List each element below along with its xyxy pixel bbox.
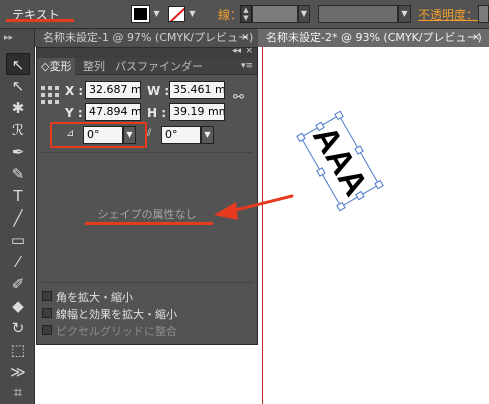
align-pixel-grid-checkbox	[42, 325, 52, 335]
checkbox-label: ピクセルグリッドに整合	[56, 325, 177, 338]
panel-menu-icon[interactable]: ▾≡	[241, 58, 253, 75]
no-shape-attributes-text: シェイプの属性なし	[97, 208, 197, 221]
shear-angle-input[interactable]: 0°	[161, 126, 201, 144]
resize-handle[interactable]	[296, 132, 306, 143]
resize-handle[interactable]	[374, 179, 384, 190]
h-input[interactable]: 39.19 mm	[169, 103, 225, 121]
checkbox-label: 線幅と効果を拡大・縮小	[56, 308, 177, 321]
y-input[interactable]: 47.894 mm	[85, 103, 141, 121]
tab-align[interactable]: 整列	[83, 58, 105, 75]
y-label: Y :	[65, 106, 83, 120]
shear-angle-icon: ⫽	[147, 128, 152, 139]
annotation-underline	[85, 222, 213, 225]
rotate-angle-dropdown[interactable]: ▼	[123, 126, 136, 144]
close-icon[interactable]: ×	[245, 46, 253, 56]
checkbox-label: 角を拡大・縮小	[56, 291, 133, 304]
divider	[41, 282, 253, 283]
w-label: W :	[147, 84, 170, 98]
collapse-icon[interactable]: ◂◂	[232, 46, 241, 56]
shear-angle-dropdown[interactable]: ▼	[201, 126, 214, 144]
scale-corners-checkbox[interactable]	[42, 291, 52, 301]
rotated-text-object[interactable]: AAA	[305, 120, 375, 203]
divider	[41, 152, 253, 153]
x-input[interactable]: 32.687 mm	[85, 81, 141, 99]
transform-panel: ◂◂ × ◇変形 整列 パスファインダー ▾≡ X : 32.687 mm W …	[36, 46, 258, 345]
rotate-angle-icon: ⊿	[66, 128, 75, 139]
w-input[interactable]: 35.461 mm	[169, 81, 225, 99]
panel-tabs: ◇変形 整列 パスファインダー ▾≡	[37, 58, 257, 75]
resize-handle[interactable]	[336, 201, 346, 212]
tab-pathfinder[interactable]: パスファインダー	[115, 58, 203, 75]
reference-point-icon[interactable]	[41, 86, 59, 104]
panel-header: ◂◂ ×	[37, 46, 257, 58]
tab-transform[interactable]: ◇変形	[37, 58, 76, 75]
rotate-angle-input[interactable]: 0°	[83, 126, 123, 144]
h-label: H :	[147, 106, 167, 120]
scale-strokes-checkbox[interactable]	[42, 308, 52, 318]
constrain-proportions-icon[interactable]: ⚯	[233, 90, 249, 106]
resize-handle[interactable]	[334, 110, 344, 121]
x-label: X :	[65, 84, 84, 98]
